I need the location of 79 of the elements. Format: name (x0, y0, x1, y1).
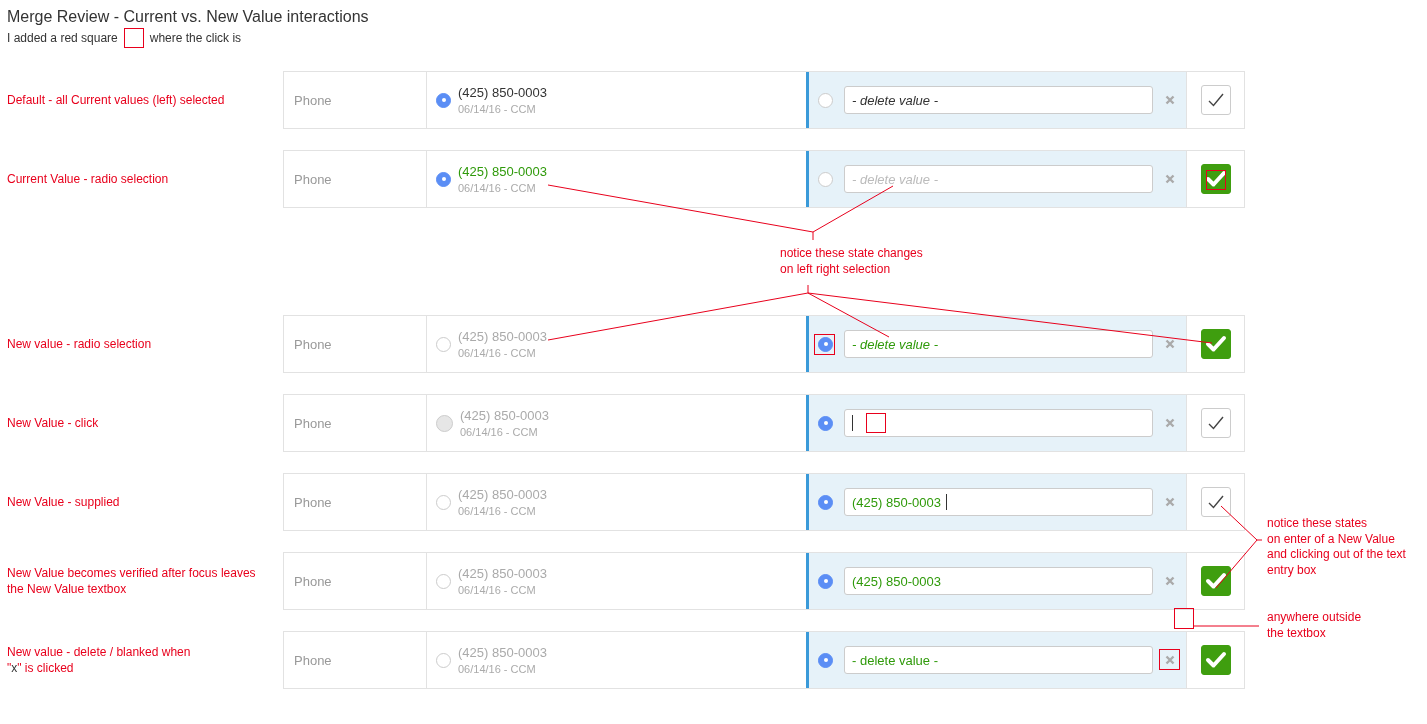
radio-button[interactable] (818, 92, 833, 108)
clear-icon[interactable] (1165, 174, 1175, 184)
current-value: (425) 850-0003 (460, 406, 549, 424)
input-field[interactable]: (425) 850-0003 (844, 567, 1153, 595)
input-field[interactable]: - delete value - (844, 330, 1153, 358)
value-source: 06/14/16 - CCM (458, 345, 537, 361)
row-description: New value - delete / blanked when "x" is clicked (6, 644, 192, 676)
radio-button[interactable] (818, 652, 833, 668)
field-label: Phone (294, 336, 332, 352)
radio-button[interactable] (436, 92, 451, 108)
annotation-text: and clicking out of the text (1267, 547, 1406, 563)
radio-button[interactable] (818, 171, 833, 187)
click-marker (123, 28, 144, 48)
current-value: (425) 850-0003 (458, 485, 547, 503)
clear-icon[interactable] (1165, 339, 1175, 349)
clear-icon[interactable] (1165, 576, 1175, 586)
subtitle-text: I added a red square (7, 31, 118, 45)
clear-icon[interactable] (1165, 655, 1175, 665)
annotation-text: the textbox (1267, 625, 1327, 641)
current-value: (425) 850-0003 (458, 162, 547, 180)
annotation-text: on enter of a New Value (1267, 531, 1396, 547)
annotation-text: notice these state changes (780, 245, 923, 261)
annotation-text: anywhere outside (1267, 610, 1362, 626)
field-label: Phone (294, 171, 332, 187)
text-cursor (945, 494, 947, 510)
click-marker (1174, 608, 1194, 629)
row-description: Current Value - radio selection (6, 171, 170, 187)
field-label: Phone (294, 573, 332, 589)
check-icon (1204, 651, 1227, 669)
value-source: 06/14/16 - CCM (458, 101, 537, 117)
radio-button[interactable] (818, 415, 833, 431)
radio-button[interactable] (436, 171, 451, 187)
row-description: New value - radio selection (6, 336, 153, 352)
value-source: 06/14/16 - CCM (458, 661, 537, 677)
row-description: Default - all Current values (left) selected (6, 92, 226, 108)
verify-button[interactable] (1200, 487, 1231, 517)
text-cursor (852, 415, 853, 431)
current-value: (425) 850-0003 (458, 564, 547, 582)
input-field[interactable]: - delete value - (844, 165, 1153, 193)
value-source: 06/14/16 - CCM (458, 503, 537, 519)
row-description: New Value - supplied (6, 494, 121, 510)
check-icon (1206, 92, 1225, 108)
verify-button[interactable] (1200, 566, 1231, 596)
subtitle-text: where the click is (149, 31, 242, 45)
row-description: New Value becomes verified after focus leaves the New Value textbox (6, 565, 257, 597)
check-icon (1204, 335, 1227, 353)
input-field[interactable]: - delete value - (844, 86, 1153, 114)
annotation-text: entry box (1267, 562, 1318, 578)
clear-icon[interactable] (1165, 418, 1175, 428)
leader-line (1193, 625, 1260, 627)
value-source: 06/14/16 - CCM (460, 424, 539, 440)
input-field[interactable]: - delete value - (844, 646, 1153, 674)
verify-button[interactable] (1200, 164, 1231, 194)
field-label: Phone (294, 92, 332, 108)
annotation-text: notice these states (1267, 516, 1369, 532)
verify-button[interactable] (1200, 408, 1231, 438)
current-value: (425) 850-0003 (458, 643, 547, 661)
clear-icon[interactable] (1165, 497, 1175, 507)
current-value: (425) 850-0003 (458, 327, 547, 345)
verify-button[interactable] (1200, 329, 1231, 359)
radio-button[interactable] (818, 573, 833, 589)
input-field[interactable]: (425) 850-0003 (844, 488, 1153, 516)
check-icon (1206, 494, 1225, 510)
page-title: Merge Review - Current vs. New Value interactions (7, 7, 370, 27)
row-description: New Value - click (6, 415, 100, 431)
check-icon (1204, 572, 1227, 590)
current-value: (425) 850-0003 (458, 83, 547, 101)
value-source: 06/14/16 - CCM (458, 582, 537, 598)
input-field[interactable] (844, 409, 1153, 437)
annotation-text: on left right selection (780, 261, 891, 277)
radio-button[interactable] (818, 494, 833, 510)
verify-button[interactable] (1200, 645, 1231, 675)
value-source: 06/14/16 - CCM (458, 180, 537, 196)
verify-button[interactable] (1200, 85, 1231, 115)
field-label: Phone (294, 652, 332, 668)
field-label: Phone (294, 494, 332, 510)
field-label: Phone (294, 415, 332, 431)
clear-icon[interactable] (1165, 95, 1175, 105)
check-icon (1206, 415, 1225, 431)
